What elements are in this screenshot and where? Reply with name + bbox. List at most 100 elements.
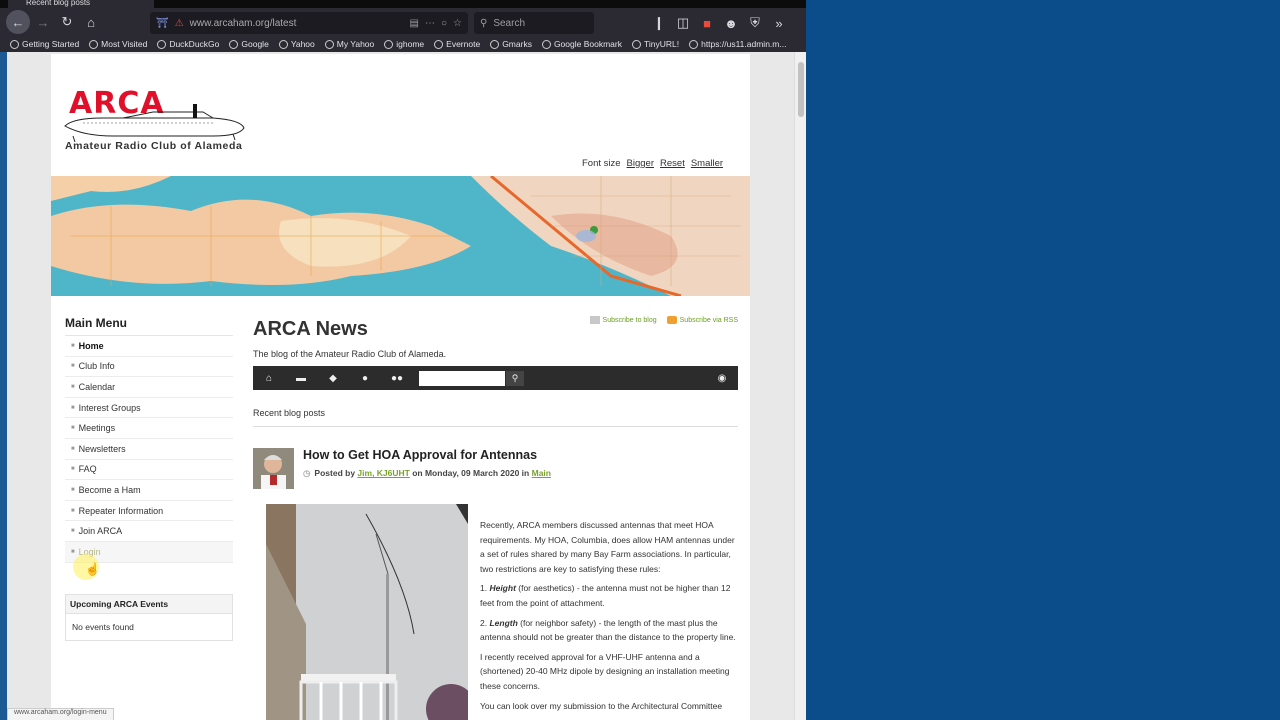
bookmark-label: Gmarks <box>502 39 532 49</box>
menu-item-label: Interest Groups <box>78 402 141 413</box>
bookmark-label: My Yahoo <box>336 39 375 49</box>
bookmark-label: Evernote <box>446 39 481 49</box>
subscribe-links: Subscribe to blog Subscribe via RSS <box>589 316 738 324</box>
font-bigger-link[interactable]: Bigger <box>627 158 654 169</box>
menu-item-label: Meetings <box>78 423 116 434</box>
bullet-icon: ■ <box>71 425 75 432</box>
rss-icon <box>666 316 677 324</box>
blog-search-button[interactable]: ⚲ <box>506 370 524 386</box>
bullet-icon: ■ <box>71 342 75 349</box>
account-icon[interactable]: ☻ <box>720 12 742 34</box>
font-smaller-link[interactable]: Smaller <box>691 158 723 169</box>
events-header: Upcoming ARCA Events <box>66 595 232 614</box>
library-icon[interactable]: ❙ <box>648 12 670 34</box>
pocket-icon[interactable]: ○ <box>441 18 447 29</box>
bullet-icon: ■ <box>71 445 75 452</box>
bookmark-item[interactable]: DuckDuckGo <box>157 39 219 49</box>
events-body: No events found <box>72 622 134 632</box>
menu-item-faq[interactable]: ■ FAQ <box>65 460 233 481</box>
tab-recent-blog-posts[interactable]: Recent blog posts <box>8 0 154 8</box>
blog-search-input[interactable] <box>419 370 505 386</box>
main-menu: Main Menu ■ Home ■ Club Info ■ Calendar ■ In… <box>65 316 233 580</box>
menu-item-calendar[interactable]: ■ Calendar <box>65 377 233 398</box>
users-icon[interactable]: ●● <box>381 366 413 390</box>
folder-icon[interactable]: ▬ <box>285 366 317 390</box>
bookmark-item[interactable]: Google <box>229 39 269 49</box>
home-icon[interactable]: ⌂ <box>253 366 285 390</box>
vertical-scrollbar[interactable] <box>794 52 806 720</box>
overflow-icon[interactable]: » <box>768 12 790 34</box>
menu-item-join-arca[interactable]: ■ Join ARCA <box>65 521 233 542</box>
bullet-icon: ■ <box>71 507 75 514</box>
more-icon[interactable]: ⋯ <box>425 18 435 29</box>
menu-item-newsletters[interactable]: ■ Newsletters <box>65 439 233 460</box>
bookmark-item[interactable]: https://us11.admin.m... <box>689 39 786 49</box>
forward-button[interactable]: → <box>32 11 54 33</box>
lock-icon: ⚠ <box>174 17 184 29</box>
mail-icon <box>589 316 600 324</box>
recent-posts-label: Recent blog posts <box>253 408 326 418</box>
font-reset-link[interactable]: Reset <box>660 158 685 169</box>
tab-bar: Recent blog posts <box>0 0 806 8</box>
menu-item-club-info[interactable]: ■ Club Info <box>65 357 233 378</box>
bookmark-icon <box>689 39 699 49</box>
menu-item-home[interactable]: ■ Home <box>65 336 233 357</box>
menu-item-become-a-ham[interactable]: ■ Become a Ham <box>65 480 233 501</box>
desktop-background <box>806 0 1280 720</box>
subscribe-blog-link[interactable]: Subscribe to blog <box>589 316 657 324</box>
bookmark-item[interactable]: Evernote <box>434 39 480 49</box>
category-link[interactable]: Main <box>532 468 551 478</box>
bookmark-item[interactable]: Google Bookmark <box>541 39 622 49</box>
length-text: (for neighbor safety) - the length of th… <box>480 617 736 643</box>
bookmark-item[interactable]: Most Visited <box>89 39 147 49</box>
reload-button[interactable]: ↻ <box>56 11 78 33</box>
bookmark-icon <box>541 39 551 49</box>
menu-item-repeater-information[interactable]: ■ Repeater Information <box>65 501 233 522</box>
url-text[interactable]: www.arcaham.org/latest <box>190 18 404 29</box>
font-size-label: Font size <box>582 158 621 169</box>
bullet-icon: ■ <box>71 383 75 390</box>
url-bar[interactable]: ⛩ ⚠ www.arcaham.org/latest ▤ ⋯ ○ ☆ <box>150 12 468 34</box>
bookmark-item[interactable]: Getting Started <box>10 39 79 49</box>
bookmarks-bar: Getting Started Most Visited DuckDuckGo Goo… <box>0 36 806 52</box>
bookmark-icon <box>229 39 239 49</box>
author-link[interactable]: Jim, KJ6UHT <box>357 468 409 478</box>
map-banner <box>51 176 750 296</box>
user-icon[interactable]: ● <box>349 366 381 390</box>
bookmark-item[interactable]: My Yahoo <box>324 39 375 49</box>
author-avatar[interactable] <box>253 448 294 489</box>
bookmark-label: https://us11.admin.m... <box>701 39 787 49</box>
sidebar-icon[interactable]: ◫ <box>672 12 694 34</box>
post-body: Recently, ARCA members discussed antenna… <box>480 518 740 718</box>
hamburger-menu-icon[interactable]: ☰ <box>802 12 806 34</box>
bookmark-label: DuckDuckGo <box>169 39 220 49</box>
star-icon[interactable]: ☆ <box>453 18 462 29</box>
extension-badge-icon[interactable]: ■ <box>696 12 718 34</box>
bookmark-label: Most Visited <box>101 39 148 49</box>
bookmark-item[interactable]: Gmarks <box>490 39 532 49</box>
search-bar[interactable]: ⚲ Search <box>474 12 594 34</box>
hand-cursor-icon: ☝ <box>85 562 100 576</box>
bookmark-item[interactable]: TinyURL! <box>631 39 680 49</box>
bookmark-icon <box>490 39 500 49</box>
lock-icon[interactable]: ◉ <box>706 366 738 390</box>
post-meta: ◷ Posted by Jim, KJ6UHT on Monday, 09 Mar… <box>303 468 551 479</box>
reader-icon[interactable]: ▤ <box>410 18 419 29</box>
bullet-icon: ■ <box>71 363 75 370</box>
scrollbar-thumb[interactable] <box>798 62 804 117</box>
post-title[interactable]: How to Get HOA Approval for Antennas <box>303 448 537 462</box>
divider <box>253 426 738 427</box>
shield-ext-icon[interactable]: ⛨ <box>744 12 766 34</box>
bookmark-item[interactable]: ighome <box>384 39 424 49</box>
menu-item-interest-groups[interactable]: ■ Interest Groups <box>65 398 233 419</box>
airplane-icon <box>64 104 245 143</box>
back-button[interactable]: ← <box>6 10 30 34</box>
bookmark-icon <box>324 39 334 49</box>
bookmark-item[interactable]: Yahoo <box>278 39 315 49</box>
tag-icon[interactable]: ◆ <box>317 366 349 390</box>
bookmark-label: TinyURL! <box>643 39 680 49</box>
home-button[interactable]: ⌂ <box>80 11 102 33</box>
menu-item-meetings[interactable]: ■ Meetings <box>65 418 233 439</box>
bullet-icon: ■ <box>71 404 75 411</box>
subscribe-rss-link[interactable]: Subscribe via RSS <box>666 316 738 324</box>
